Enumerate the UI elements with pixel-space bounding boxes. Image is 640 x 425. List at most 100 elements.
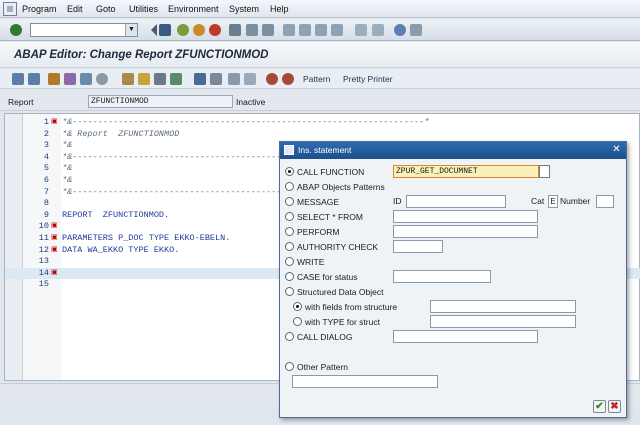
debugging-icon[interactable] bbox=[194, 73, 206, 85]
radio-icon[interactable] bbox=[285, 197, 294, 206]
call-function-input[interactable]: ZPUR_GET_DOCUMNET bbox=[393, 165, 539, 178]
menu-goto[interactable]: Goto bbox=[96, 4, 116, 14]
save-icon[interactable] bbox=[159, 24, 171, 36]
radio-icon[interactable] bbox=[285, 242, 294, 251]
radio-icon[interactable] bbox=[285, 287, 294, 296]
editor-line[interactable]: 1 ▣ *&------------------------------------… bbox=[5, 117, 640, 129]
test-icon[interactable] bbox=[96, 73, 108, 85]
red-cross-icon[interactable]: ✖ bbox=[608, 400, 621, 413]
insert-statement-dialog: Ins. statement ✕ CALL FUNCTION ZPUR_GET_… bbox=[279, 141, 627, 418]
object-list-icon[interactable] bbox=[138, 73, 150, 85]
line-code: *& bbox=[62, 175, 73, 185]
radio-abap-objects[interactable]: ABAP Objects Patterns bbox=[285, 180, 405, 194]
message-id-input[interactable] bbox=[406, 195, 506, 208]
menu-system[interactable]: System bbox=[229, 4, 259, 14]
other-pattern-input[interactable] bbox=[292, 375, 438, 388]
block-icon[interactable] bbox=[244, 73, 256, 85]
radio-icon[interactable] bbox=[285, 227, 294, 236]
with-fields-input[interactable] bbox=[430, 300, 576, 313]
command-field[interactable]: ▼ bbox=[30, 23, 138, 37]
first-page-icon[interactable] bbox=[283, 24, 295, 36]
close-icon[interactable]: ✕ bbox=[610, 144, 623, 157]
call-dialog-input[interactable] bbox=[393, 330, 538, 343]
application-toolbar: Pattern Pretty Printer bbox=[0, 69, 640, 89]
menu-utilities[interactable]: Utilities bbox=[129, 4, 158, 14]
shortcut-icon[interactable] bbox=[372, 24, 384, 36]
where-used-icon[interactable] bbox=[122, 73, 134, 85]
pattern-button[interactable]: Pattern bbox=[303, 74, 330, 84]
radio-call-dialog[interactable]: CALL DIALOG bbox=[285, 330, 385, 344]
line-number: 1 bbox=[43, 117, 49, 127]
radio-message[interactable]: MESSAGE bbox=[285, 195, 365, 209]
help-on-icon[interactable] bbox=[266, 73, 278, 85]
help-icon[interactable] bbox=[394, 24, 406, 36]
menu-help[interactable]: Help bbox=[270, 4, 289, 14]
activate-icon[interactable] bbox=[80, 73, 92, 85]
menu-environment[interactable]: Environment bbox=[168, 4, 219, 14]
authority-check-input[interactable] bbox=[393, 240, 443, 253]
next-page-icon[interactable] bbox=[315, 24, 327, 36]
print-icon[interactable] bbox=[229, 24, 241, 36]
radio-icon[interactable] bbox=[285, 332, 294, 341]
check-icon[interactable] bbox=[64, 73, 76, 85]
radio-call-function[interactable]: CALL FUNCTION bbox=[285, 165, 385, 179]
enter-icon[interactable] bbox=[10, 24, 22, 36]
search-help-icon[interactable] bbox=[539, 165, 550, 178]
radio-icon[interactable] bbox=[285, 257, 294, 266]
radio-select[interactable]: SELECT * FROM bbox=[285, 210, 385, 224]
radio-perform[interactable]: PERFORM bbox=[285, 225, 385, 239]
radio-icon[interactable] bbox=[285, 272, 294, 281]
back-icon[interactable] bbox=[177, 24, 189, 36]
radio-write[interactable]: WRITE bbox=[285, 255, 385, 269]
radio-with-type[interactable]: with TYPE for struct bbox=[293, 315, 413, 329]
radio-selected-icon[interactable] bbox=[293, 302, 302, 311]
message-number-label: Number bbox=[560, 196, 591, 206]
radio-with-fields[interactable]: with fields from structure bbox=[293, 300, 413, 314]
select-from-input[interactable] bbox=[393, 210, 538, 223]
system-menu-icon[interactable] bbox=[3, 2, 17, 16]
cancel-icon[interactable] bbox=[209, 24, 221, 36]
back-triangle-icon[interactable] bbox=[145, 24, 157, 36]
radio-icon[interactable] bbox=[285, 182, 294, 191]
last-page-icon[interactable] bbox=[331, 24, 343, 36]
exit-icon[interactable] bbox=[193, 24, 205, 36]
perform-input[interactable] bbox=[393, 225, 538, 238]
hierarchy-icon[interactable] bbox=[170, 73, 182, 85]
line-code: *& bbox=[62, 163, 73, 174]
radio-case-status[interactable]: CASE for status bbox=[285, 270, 385, 284]
editor-line[interactable]: 2 *& Report ZFUNCTIONMOD bbox=[5, 129, 640, 141]
menu-program[interactable]: Program bbox=[22, 4, 57, 14]
layout-menu-icon[interactable] bbox=[410, 24, 422, 36]
find-icon[interactable] bbox=[246, 24, 258, 36]
menu-edit[interactable]: Edit bbox=[67, 4, 83, 14]
enhance-icon[interactable] bbox=[228, 73, 240, 85]
line-marker-icon: ▣ bbox=[51, 234, 58, 242]
new-session-icon[interactable] bbox=[355, 24, 367, 36]
chevron-down-icon[interactable]: ▼ bbox=[125, 24, 137, 36]
pretty-printer-button[interactable]: Pretty Printer bbox=[343, 74, 393, 84]
with-type-input[interactable] bbox=[430, 315, 576, 328]
radio-authority-check[interactable]: AUTHORITY CHECK bbox=[285, 240, 385, 254]
radio-structured-data[interactable]: Structured Data Object bbox=[285, 285, 405, 299]
breakpoint-icon[interactable] bbox=[210, 73, 222, 85]
line-number: 7 bbox=[43, 186, 49, 197]
radio-icon[interactable] bbox=[285, 212, 294, 221]
message-number-input[interactable] bbox=[596, 195, 614, 208]
message-cat-input[interactable]: E bbox=[548, 195, 558, 208]
display-change-icon[interactable] bbox=[48, 73, 60, 85]
forward-arrow-icon[interactable] bbox=[28, 73, 40, 85]
display-object-icon[interactable] bbox=[154, 73, 166, 85]
line-number: 4 bbox=[43, 151, 49, 162]
back-arrow-icon[interactable] bbox=[12, 73, 24, 85]
insert-pattern-icon[interactable] bbox=[282, 73, 294, 85]
case-status-input[interactable] bbox=[393, 270, 491, 283]
report-status: Inactive bbox=[236, 97, 266, 107]
radio-other-pattern[interactable]: Other Pattern bbox=[285, 360, 385, 374]
find-next-icon[interactable] bbox=[262, 24, 274, 36]
previous-page-icon[interactable] bbox=[299, 24, 311, 36]
radio-selected-icon[interactable] bbox=[285, 167, 294, 176]
radio-icon[interactable] bbox=[293, 317, 302, 326]
radio-icon[interactable] bbox=[285, 362, 294, 371]
line-number: 14 bbox=[38, 267, 49, 278]
green-check-icon[interactable]: ✔ bbox=[593, 400, 606, 413]
